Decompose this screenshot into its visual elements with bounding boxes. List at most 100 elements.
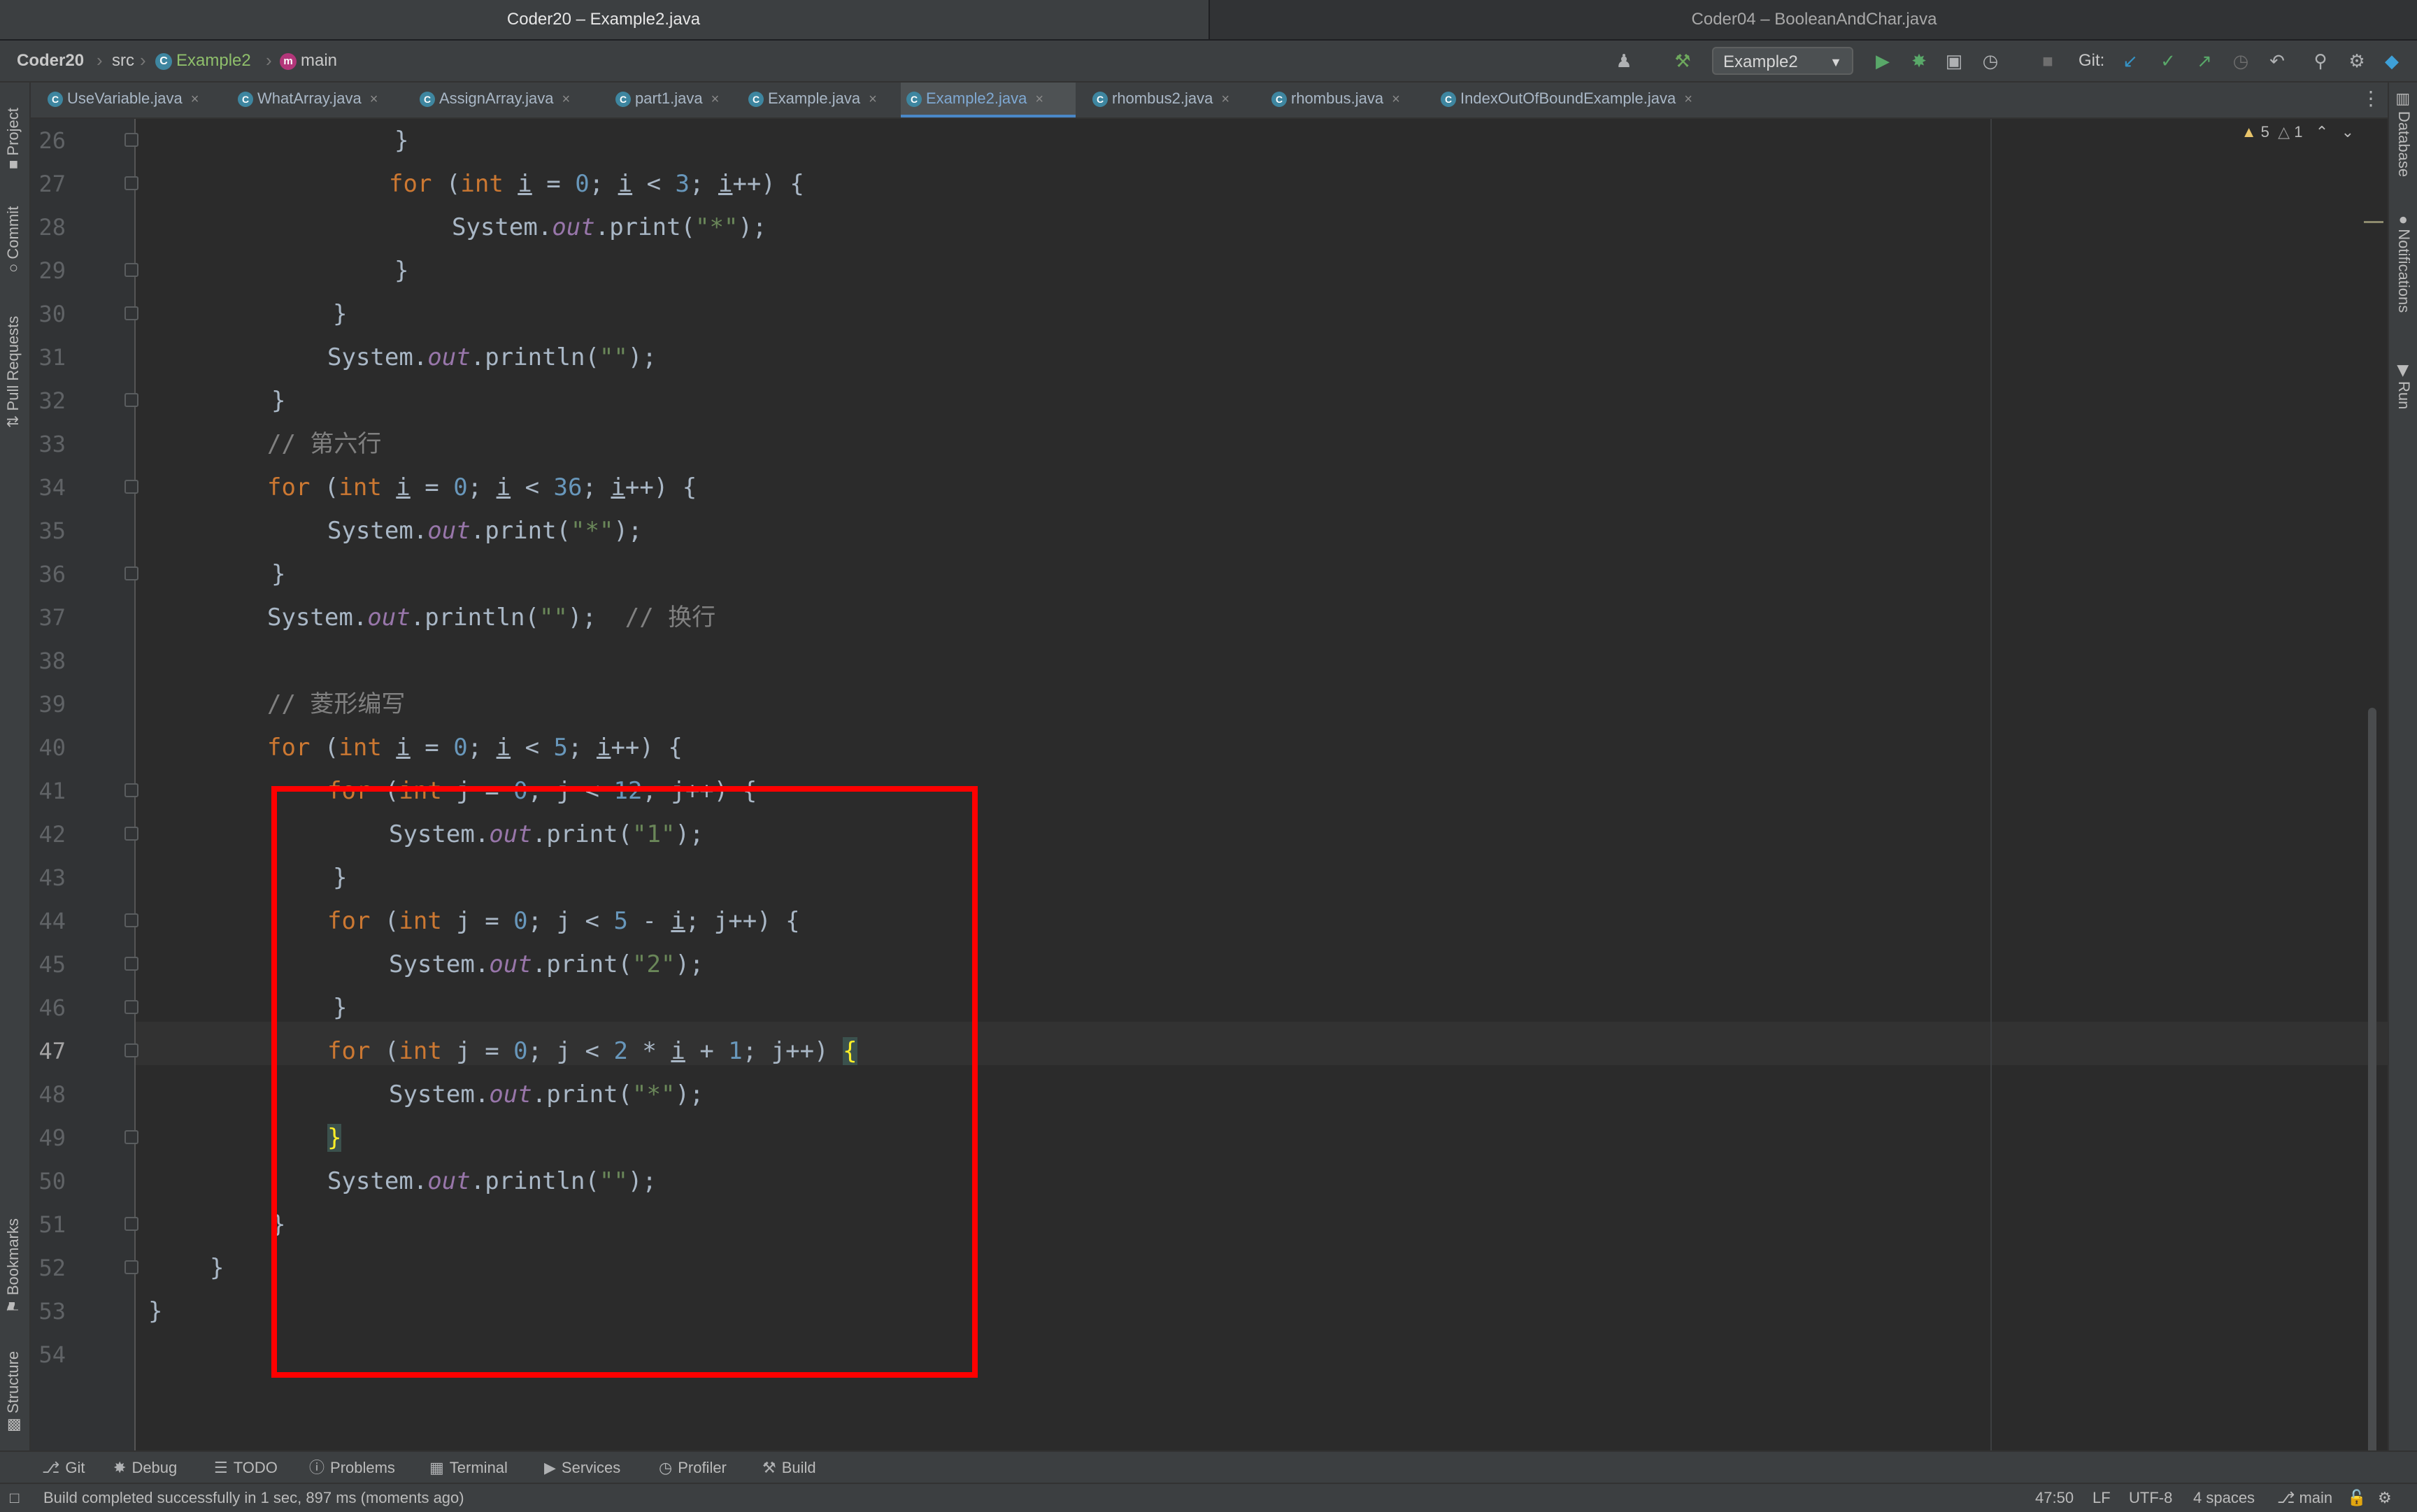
fold-marker[interactable] xyxy=(124,783,138,797)
status-toggle-icon[interactable]: □ xyxy=(10,1484,19,1512)
indent-setting[interactable]: 4 spaces xyxy=(2193,1484,2255,1512)
caret-position[interactable]: 47:50 xyxy=(2035,1484,2074,1512)
fold-marker[interactable] xyxy=(124,306,138,320)
fold-marker[interactable] xyxy=(124,913,138,927)
code-editor[interactable]: 26 27 28 29 30 31 32 33 34 35 36 37 38 3… xyxy=(31,119,2388,1450)
fold-marker[interactable] xyxy=(124,133,138,147)
navigation-bar: Coder20 › src › C Example2 › m main ♟ ⚒ Ex… xyxy=(0,41,2417,83)
terminal-tool-button[interactable]: ▦ Terminal xyxy=(429,1452,508,1484)
string-literal: "" xyxy=(599,343,628,371)
previous-highlight-icon[interactable]: ⌃ xyxy=(2316,123,2328,141)
editor-gutter[interactable]: 26 27 28 29 30 31 32 33 34 35 36 37 38 3… xyxy=(31,119,138,1450)
inspection-widget[interactable]: ▲ 5 △ 1 ⌃ ⌄ xyxy=(2241,123,2354,141)
notifications-tool-tab[interactable]: ● Notifications xyxy=(2395,215,2413,313)
run-config-label: Example2 xyxy=(1723,52,1798,71)
window-tab-coder20[interactable]: Coder20 – Example2.java xyxy=(0,0,1207,39)
run-configuration-select[interactable]: Example2 ▼ xyxy=(1712,47,1853,75)
user-icon[interactable]: ♟ xyxy=(1613,50,1635,71)
git-update-icon[interactable]: ↙ xyxy=(2119,50,2141,71)
close-icon[interactable]: × xyxy=(1684,92,1692,107)
bookmarks-tool-tab[interactable]: ⚑ Bookmarks xyxy=(4,1218,22,1313)
vertical-scrollbar[interactable] xyxy=(2368,708,2376,1450)
gear-icon[interactable]: ⚙ xyxy=(2346,50,2368,71)
profiler-tool-button[interactable]: ◷ Profiler xyxy=(659,1452,727,1484)
structure-tool-tab[interactable]: ▩ Structure xyxy=(4,1351,22,1432)
git-push-icon[interactable]: ↗ xyxy=(2193,50,2216,71)
fold-marker[interactable] xyxy=(124,176,138,190)
debug-icon[interactable]: ✸ xyxy=(1908,50,1930,71)
build-tool-button[interactable]: ⚒ Build xyxy=(762,1452,816,1484)
close-icon[interactable]: × xyxy=(370,92,378,107)
fold-marker[interactable] xyxy=(124,263,138,277)
problems-tool-button[interactable]: ⓘ Problems xyxy=(309,1452,395,1484)
breadcrumb-folder[interactable]: src xyxy=(112,41,134,81)
build-hammer-icon[interactable]: ⚒ xyxy=(1671,50,1694,71)
line-number: 31 xyxy=(38,344,66,371)
breadcrumb-method[interactable]: m main xyxy=(280,41,337,81)
fold-marker[interactable] xyxy=(124,1000,138,1014)
class-icon: C xyxy=(238,92,253,108)
rollback-icon[interactable]: ↶ xyxy=(2266,50,2288,71)
fold-marker[interactable] xyxy=(124,827,138,841)
commit-tool-tab[interactable]: ○ Commit xyxy=(4,206,22,273)
fold-marker[interactable] xyxy=(124,393,138,407)
profile-icon[interactable]: ◷ xyxy=(1979,50,2002,71)
file-tab-whatarray[interactable]: C WhatArray.java × xyxy=(231,83,421,117)
run-icon[interactable]: ▶ xyxy=(1871,50,1894,71)
file-tab-rhombus2[interactable]: Crhombus2.java × xyxy=(1085,83,1276,117)
fold-marker[interactable] xyxy=(124,1260,138,1274)
breadcrumb-class[interactable]: C Example2 xyxy=(155,41,251,81)
warning-icon: ▲ xyxy=(2241,123,2257,141)
code-line-33: // 第六行 xyxy=(267,422,381,466)
file-tab-indexoutofboundexample[interactable]: C IndexOutOfBoundExample.java × xyxy=(1434,83,1734,117)
lock-icon[interactable]: 🔓 xyxy=(2347,1484,2366,1512)
scrollbar-warning-mark[interactable] xyxy=(2364,221,2383,223)
window-tab-coder04[interactable]: Coder04 – BooleanAndChar.java xyxy=(1208,0,2417,39)
services-tool-button[interactable]: ▶ Services xyxy=(544,1452,620,1484)
file-encoding[interactable]: UTF-8 xyxy=(2129,1484,2172,1512)
fold-marker[interactable] xyxy=(124,1043,138,1057)
git-history-icon[interactable]: ◷ xyxy=(2230,50,2252,71)
fold-marker[interactable] xyxy=(124,566,138,580)
status-message[interactable]: Build completed successfully in 1 sec, 8… xyxy=(43,1484,464,1512)
project-tool-tab[interactable]: ■ Project xyxy=(4,108,22,169)
pull-requests-tool-tab[interactable]: ⇅ Pull Requests xyxy=(4,316,22,428)
database-tool-tab[interactable]: ▤ Database xyxy=(2395,92,2413,177)
search-icon[interactable]: ⚲ xyxy=(2309,50,2332,71)
git-commit-icon[interactable]: ✓ xyxy=(2157,50,2179,71)
stop-icon[interactable]: ■ xyxy=(2037,50,2059,71)
memory-indicator-icon[interactable]: ⚙ xyxy=(2378,1484,2392,1512)
line-separator[interactable]: LF xyxy=(2092,1484,2111,1512)
string-literal: "*" xyxy=(571,517,614,545)
close-icon[interactable]: × xyxy=(1035,92,1043,107)
more-tabs-icon[interactable]: ⋮ xyxy=(2361,83,2382,117)
next-highlight-icon[interactable]: ⌄ xyxy=(2341,123,2354,141)
breadcrumb-project[interactable]: Coder20 xyxy=(17,41,84,81)
problems-tool-label: Problems xyxy=(330,1459,395,1476)
git-branch-widget[interactable]: ⎇ main xyxy=(2277,1484,2332,1512)
close-icon[interactable]: × xyxy=(1221,92,1229,107)
database-icon: ▤ xyxy=(2395,92,2413,111)
fold-marker[interactable] xyxy=(124,1217,138,1231)
file-tab-usevariable[interactable]: C UseVariable.java × xyxy=(41,83,236,117)
close-icon[interactable]: × xyxy=(711,92,720,107)
fold-marker[interactable] xyxy=(124,957,138,971)
file-tab-example2[interactable]: C Example2.java × xyxy=(901,83,1076,117)
list-icon: ☰ xyxy=(214,1459,228,1476)
coverage-icon[interactable]: ▣ xyxy=(1943,50,1965,71)
fold-marker[interactable] xyxy=(124,1130,138,1144)
close-icon[interactable]: × xyxy=(562,92,570,107)
fold-marker[interactable] xyxy=(124,480,138,494)
close-icon[interactable]: × xyxy=(191,92,199,107)
run-tool-tab[interactable]: ▶ Run xyxy=(2395,365,2413,409)
debug-tool-button[interactable]: ✸ Debug xyxy=(113,1452,177,1484)
file-tab-rhombus[interactable]: Crhombus.java × xyxy=(1264,83,1452,117)
close-icon[interactable]: × xyxy=(1392,92,1400,107)
line-number: 48 xyxy=(38,1081,66,1108)
close-icon[interactable]: × xyxy=(869,92,877,107)
todo-tool-button[interactable]: ☰ TODO xyxy=(214,1452,278,1484)
file-tab-example[interactable]: C Example.java × xyxy=(741,83,926,117)
jetbrains-logo-icon[interactable]: ◆ xyxy=(2381,50,2403,71)
git-tool-button[interactable]: ⎇ Git xyxy=(42,1452,85,1484)
file-tab-assignarray[interactable]: C AssignArray.java × xyxy=(413,83,614,117)
